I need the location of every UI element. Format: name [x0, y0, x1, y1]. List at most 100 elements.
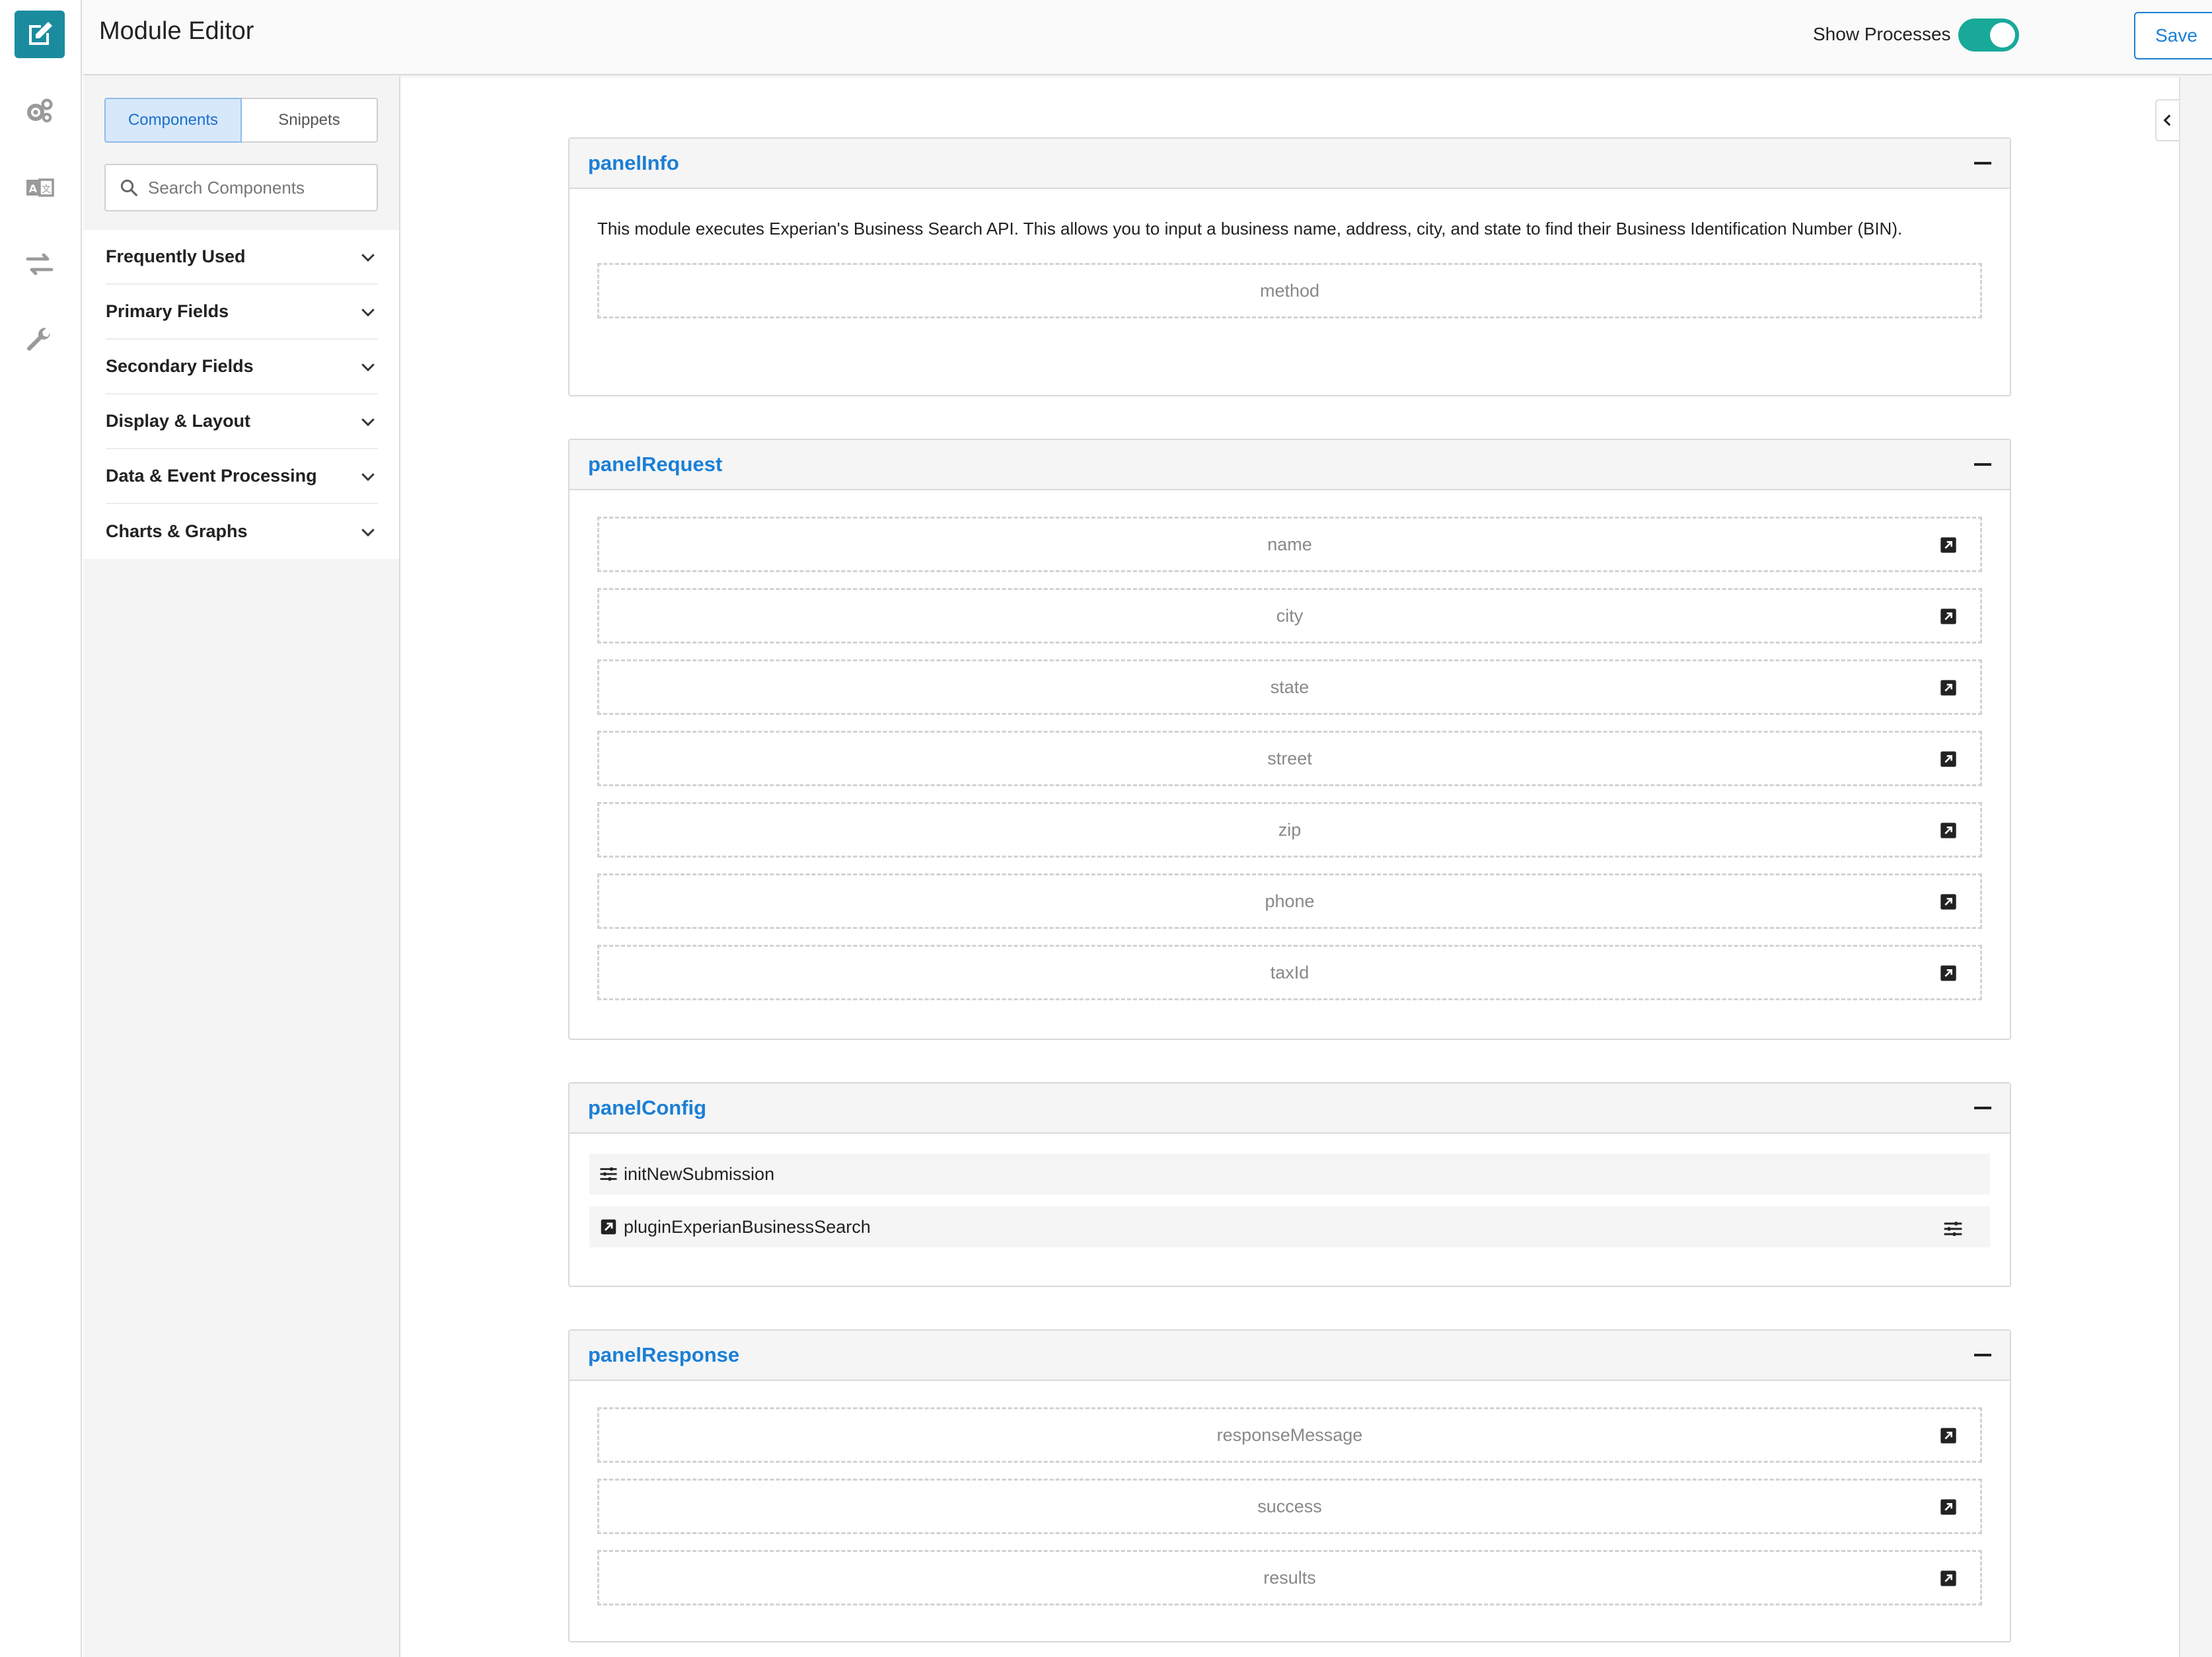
external-edit-icon[interactable]: [1939, 679, 1958, 697]
chevron-left-icon: [2163, 114, 2171, 126]
category-label: Display & Layout: [106, 411, 251, 431]
category-secondary-fields[interactable]: Secondary Fields: [106, 340, 378, 394]
field-city[interactable]: city: [597, 588, 1982, 644]
field-results[interactable]: results: [597, 1550, 1982, 1605]
chevron-down-icon: [361, 363, 375, 371]
panel-title: panelResponse: [588, 1343, 740, 1366]
field-success[interactable]: success: [597, 1479, 1982, 1534]
toggle-knob: [1990, 22, 2015, 48]
collapse-minus-icon[interactable]: [1974, 1354, 1991, 1356]
svg-text:文: 文: [42, 184, 51, 195]
right-panel-edge: [2179, 77, 2212, 1657]
external-edit-icon[interactable]: [1939, 1569, 1958, 1588]
panel-title: panelRequest: [588, 453, 723, 476]
collapse-minus-icon[interactable]: [1974, 1107, 1991, 1109]
search-icon: [120, 179, 137, 196]
category-display-layout[interactable]: Display & Layout: [106, 394, 378, 449]
category-data-event-processing[interactable]: Data & Event Processing: [106, 449, 378, 504]
save-button[interactable]: Save: [2134, 12, 2212, 59]
field-label: zip: [1278, 819, 1302, 840]
category-label: Charts & Graphs: [106, 521, 248, 541]
icon-rail: A文: [0, 0, 82, 1657]
svg-text:A: A: [29, 182, 38, 195]
field-taxid[interactable]: taxId: [597, 945, 1982, 1000]
tab-components[interactable]: Components: [104, 98, 242, 143]
field-response-message[interactable]: responseMessage: [597, 1407, 1982, 1463]
collapse-minus-icon[interactable]: [1974, 463, 1991, 466]
external-edit-icon[interactable]: [1939, 964, 1958, 982]
chevron-down-icon: [361, 253, 375, 262]
components-sidebar: Components Snippets Frequently Used Prim…: [83, 77, 400, 1657]
panel-header: panelInfo: [570, 139, 2010, 189]
field-label: name: [1267, 534, 1312, 554]
category-label: Frequently Used: [106, 246, 246, 266]
panel-body: This module executes Experian's Business…: [570, 189, 2010, 336]
info-paragraph: This module executes Experian's Business…: [597, 219, 1903, 239]
external-edit-icon[interactable]: [1939, 1498, 1958, 1516]
field-label: method: [1259, 280, 1320, 301]
panel-info[interactable]: panelInfo This module executes Experian'…: [568, 137, 2011, 396]
page-title: Module Editor: [99, 17, 254, 45]
category-primary-fields[interactable]: Primary Fields: [106, 285, 378, 340]
chevron-down-icon: [361, 418, 375, 426]
translate-icon[interactable]: A文: [15, 164, 65, 211]
chevron-down-icon: [361, 308, 375, 316]
panel-title: panelInfo: [588, 151, 679, 174]
tab-snippets[interactable]: Snippets: [242, 98, 378, 143]
process-plugin-experian-business-search[interactable]: pluginExperianBusinessSearch: [589, 1206, 1990, 1247]
sliders-icon: [600, 1167, 617, 1181]
external-edit-icon: [601, 1219, 616, 1235]
category-label: Data & Event Processing: [106, 466, 317, 486]
collapse-panel-button[interactable]: [2155, 99, 2179, 141]
category-label: Secondary Fields: [106, 356, 254, 376]
field-label: responseMessage: [1216, 1424, 1363, 1445]
field-street[interactable]: street: [597, 731, 1982, 786]
panel-body: responseMessage success results: [570, 1381, 2010, 1623]
top-header: Module Editor Show Processes Save •••: [83, 0, 2212, 75]
panel-config[interactable]: panelConfig initNewSubmission pluginExpe…: [568, 1082, 2011, 1287]
category-label: Primary Fields: [106, 301, 229, 321]
panel-body: name city state street zip phone taxId: [570, 490, 2010, 1017]
chevron-down-icon: [361, 472, 375, 481]
panel-request[interactable]: panelRequest name city state street zip …: [568, 439, 2011, 1040]
show-processes-label: Show Processes: [1813, 24, 1951, 44]
field-label: results: [1263, 1567, 1316, 1588]
process-label: initNewSubmission: [624, 1163, 775, 1184]
panel-header: panelRequest: [570, 440, 2010, 490]
external-edit-icon[interactable]: [1939, 607, 1958, 626]
search-box: [104, 164, 378, 211]
field-label: phone: [1265, 891, 1315, 911]
wrench-icon[interactable]: [15, 317, 65, 365]
settings-sliders-icon[interactable]: [1942, 1218, 1964, 1239]
collapse-minus-icon[interactable]: [1974, 162, 1991, 165]
panel-header: panelResponse: [570, 1331, 2010, 1381]
field-phone[interactable]: phone: [597, 873, 1982, 929]
panel-header: panelConfig: [570, 1084, 2010, 1134]
field-zip[interactable]: zip: [597, 802, 1982, 858]
category-frequently-used[interactable]: Frequently Used: [106, 230, 378, 285]
gears-icon[interactable]: [15, 87, 65, 135]
external-edit-icon[interactable]: [1939, 821, 1958, 840]
panel-response[interactable]: panelResponse responseMessage success re…: [568, 1329, 2011, 1642]
external-edit-icon[interactable]: [1939, 750, 1958, 768]
field-state[interactable]: state: [597, 659, 1982, 715]
edit-icon[interactable]: [15, 11, 65, 58]
process-label: pluginExperianBusinessSearch: [624, 1216, 871, 1237]
category-list: Frequently Used Primary Fields Secondary…: [83, 230, 399, 559]
external-edit-icon[interactable]: [1939, 1426, 1958, 1445]
show-processes-toggle[interactable]: [1958, 18, 2019, 52]
field-name[interactable]: name: [597, 517, 1982, 572]
search-input[interactable]: [148, 177, 366, 198]
panel-body: initNewSubmission pluginExperianBusiness…: [570, 1134, 2010, 1276]
field-method[interactable]: method: [597, 263, 1982, 318]
field-label: street: [1267, 748, 1312, 768]
category-charts-graphs[interactable]: Charts & Graphs: [106, 504, 378, 559]
field-label: city: [1276, 605, 1304, 626]
external-edit-icon[interactable]: [1939, 893, 1958, 911]
process-init-new-submission[interactable]: initNewSubmission: [589, 1154, 1990, 1195]
field-label: success: [1257, 1496, 1322, 1516]
arrows-exchange-icon[interactable]: [15, 240, 65, 288]
external-edit-icon[interactable]: [1939, 536, 1958, 554]
sidebar-tabs: Components Snippets: [104, 98, 378, 143]
chevron-down-icon: [361, 528, 375, 536]
